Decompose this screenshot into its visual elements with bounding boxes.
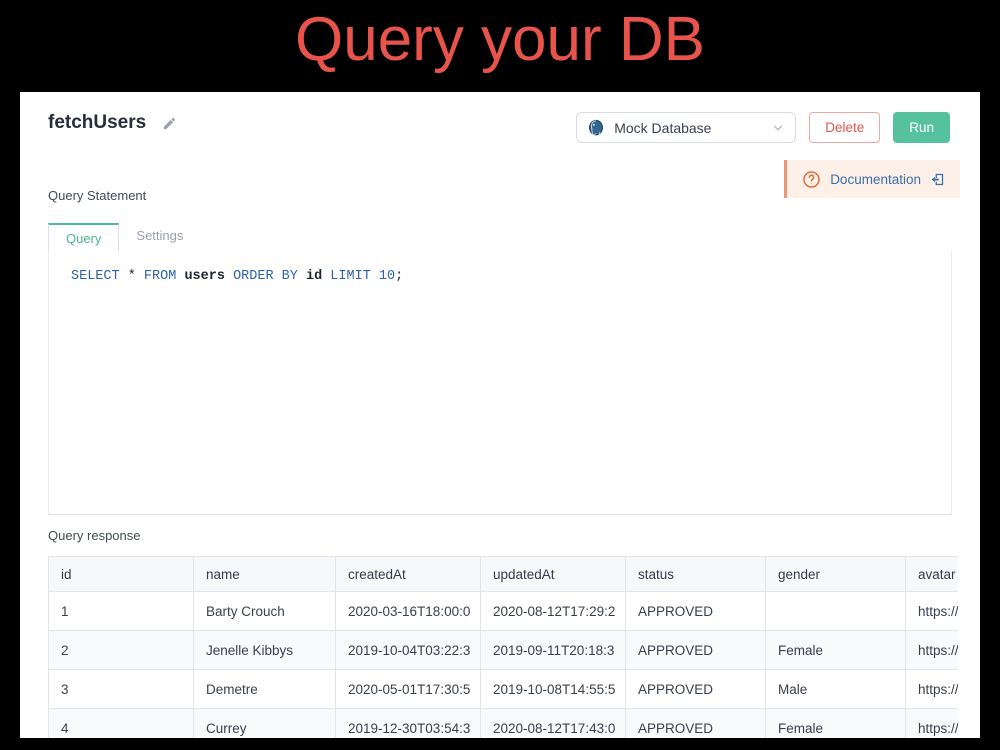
database-selector[interactable]: Mock Database bbox=[576, 112, 796, 143]
table-cell: 2019-09-11T20:18:3 bbox=[481, 631, 626, 670]
table-cell: 3 bbox=[49, 670, 194, 709]
documentation-link[interactable]: Documentation bbox=[784, 160, 960, 198]
column-header: avatar bbox=[906, 557, 959, 592]
table-cell: 4 bbox=[49, 709, 194, 739]
table-cell: APPROVED bbox=[626, 670, 766, 709]
query-name: fetchUsers bbox=[48, 112, 146, 134]
table-cell: Jenelle Kibbys bbox=[194, 631, 336, 670]
table-row: 2Jenelle Kibbys2019-10-04T03:22:32019-09… bbox=[49, 631, 959, 670]
table-cell: https:// bbox=[906, 709, 959, 739]
table-cell: 2019-10-04T03:22:3 bbox=[336, 631, 481, 670]
table-cell: APPROVED bbox=[626, 592, 766, 631]
query-statement-label: Query Statement bbox=[48, 188, 146, 203]
table-cell: Female bbox=[766, 709, 906, 739]
table-cell bbox=[766, 592, 906, 631]
tab-query[interactable]: Query bbox=[48, 223, 119, 252]
database-selector-value: Mock Database bbox=[614, 120, 762, 136]
response-table-scroll-area[interactable]: idnamecreatedAtupdatedAtstatusgenderavat… bbox=[48, 556, 958, 738]
delete-button[interactable]: Delete bbox=[809, 112, 880, 143]
table-cell: https:// bbox=[906, 592, 959, 631]
table-cell: 2020-03-16T18:00:0 bbox=[336, 592, 481, 631]
tab-settings[interactable]: Settings bbox=[119, 222, 200, 251]
table-cell: APPROVED bbox=[626, 631, 766, 670]
table-row: 4Currey2019-12-30T03:54:32020-08-12T17:4… bbox=[49, 709, 959, 739]
table-cell: 2020-08-12T17:43:0 bbox=[481, 709, 626, 739]
response-table: idnamecreatedAtupdatedAtstatusgenderavat… bbox=[48, 556, 958, 738]
table-cell: Female bbox=[766, 631, 906, 670]
sql-code-line: SELECT * FROM users ORDER BY id LIMIT 10… bbox=[71, 269, 403, 284]
query-app-panel: fetchUsers Mock Database Delete Run bbox=[20, 92, 980, 738]
table-cell: https:// bbox=[906, 631, 959, 670]
column-header: id bbox=[49, 557, 194, 592]
column-header: status bbox=[626, 557, 766, 592]
table-cell: 2019-10-08T14:55:5 bbox=[481, 670, 626, 709]
chevron-down-icon bbox=[771, 121, 785, 135]
page-title: Query your DB bbox=[0, 4, 1000, 75]
run-button[interactable]: Run bbox=[893, 112, 950, 143]
table-cell: Male bbox=[766, 670, 906, 709]
table-cell: 2020-08-12T17:29:2 bbox=[481, 592, 626, 631]
table-cell: 1 bbox=[49, 592, 194, 631]
postgresql-icon bbox=[587, 119, 605, 137]
table-cell: 2020-05-01T17:30:5 bbox=[336, 670, 481, 709]
column-header: name bbox=[194, 557, 336, 592]
table-row: 1Barty Crouch2020-03-16T18:00:02020-08-1… bbox=[49, 592, 959, 631]
sql-editor[interactable]: SELECT * FROM users ORDER BY id LIMIT 10… bbox=[48, 251, 952, 515]
question-circle-icon bbox=[802, 170, 821, 189]
table-header-row: idnamecreatedAtupdatedAtstatusgenderavat… bbox=[49, 557, 959, 592]
table-cell: 2 bbox=[49, 631, 194, 670]
column-header: gender bbox=[766, 557, 906, 592]
table-row: 3Demetre2020-05-01T17:30:52019-10-08T14:… bbox=[49, 670, 959, 709]
table-cell: 2019-12-30T03:54:3 bbox=[336, 709, 481, 739]
column-header: updatedAt bbox=[481, 557, 626, 592]
table-cell: Currey bbox=[194, 709, 336, 739]
table-cell: https:// bbox=[906, 670, 959, 709]
query-response-label: Query response bbox=[48, 528, 141, 543]
table-body: 1Barty Crouch2020-03-16T18:00:02020-08-1… bbox=[49, 592, 959, 739]
table-cell: Barty Crouch bbox=[194, 592, 336, 631]
documentation-label: Documentation bbox=[830, 172, 921, 187]
column-header: createdAt bbox=[336, 557, 481, 592]
edit-pencil-icon[interactable] bbox=[162, 116, 177, 131]
table-cell: Demetre bbox=[194, 670, 336, 709]
external-link-icon bbox=[930, 172, 945, 187]
table-cell: APPROVED bbox=[626, 709, 766, 739]
query-tabbar: QuerySettings bbox=[48, 221, 952, 252]
